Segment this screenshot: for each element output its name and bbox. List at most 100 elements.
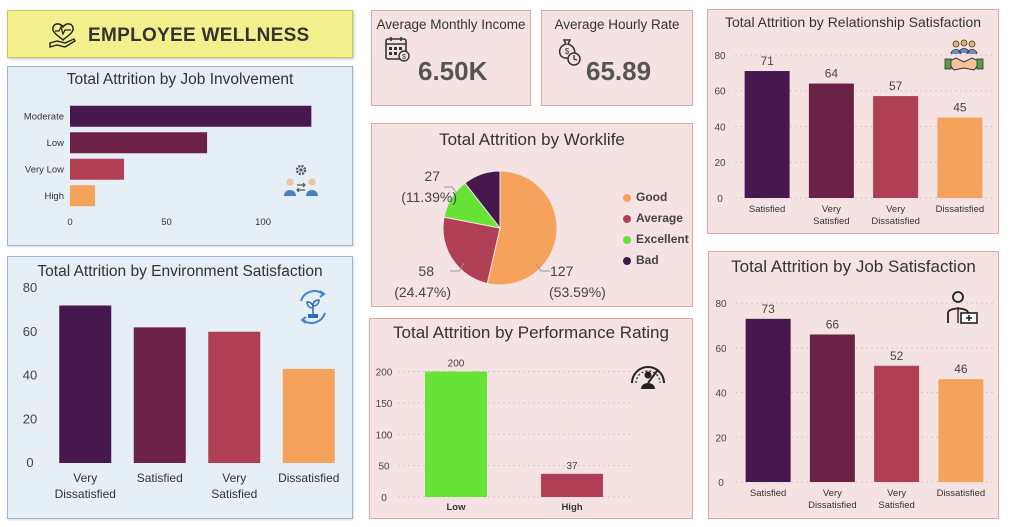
kpi-hourly-value: 65.89 (586, 56, 652, 86)
bar (70, 105, 312, 127)
x-tick-label: Dissatisfied (808, 500, 857, 511)
data-label: 45 (953, 101, 967, 115)
bar (70, 132, 208, 154)
job-involvement-svg: Moderate Low Very Low High 0 50 100 (24, 105, 312, 228)
chart-performance: Total Attrition by Performance Rating 05… (369, 318, 693, 519)
y-tick-label: 100 (376, 430, 393, 441)
kpi-income-value: 6.50K (418, 56, 488, 86)
y-tick-label: 20 (23, 411, 37, 426)
performance-svg: 0 50 100 150 200 200 Low 37 High (376, 359, 630, 513)
kpi-hourly-label: Average Hourly Rate (554, 17, 680, 32)
team-gear-icon (284, 164, 318, 196)
y-tick-label: 0 (26, 455, 33, 470)
y-tick-label: 40 (23, 368, 37, 383)
legend-item: Excellent (623, 232, 689, 246)
x-tick-label: Satisfied (750, 488, 786, 499)
data-label: 64 (825, 67, 839, 81)
data-label: 73 (761, 302, 775, 316)
y-tick-label: 60 (715, 344, 727, 355)
money-bag-clock-icon: $ (558, 39, 581, 66)
data-label: 127 (550, 263, 574, 279)
x-tick-label: Satisfied (878, 500, 914, 511)
bar (809, 334, 855, 482)
x-tick-label: 0 (67, 217, 72, 228)
legend-swatch (623, 193, 631, 202)
bar (208, 331, 261, 463)
x-tick-label: Satisfied (211, 487, 257, 501)
plant-cycle-icon (300, 290, 326, 324)
handshake-icon (944, 39, 984, 71)
chart-environment: Total Attrition by Environment Satisfact… (7, 256, 353, 519)
data-label: 52 (890, 349, 904, 363)
x-tick-label: Dissatisfied (937, 488, 986, 499)
bar (745, 318, 791, 482)
y-tick-label: 40 (715, 389, 727, 400)
x-tick-label: Dissatisfied (278, 471, 339, 485)
bar (70, 158, 125, 180)
legend-item: Average (623, 211, 683, 225)
svg-text:$: $ (402, 54, 406, 61)
y-tick-label: 60 (714, 87, 726, 98)
gauge-icon (631, 366, 665, 389)
data-label-pct: (24.47%) (394, 284, 451, 300)
y-tick-label: 200 (376, 368, 393, 379)
data-label-pct: (53.59%) (549, 284, 606, 300)
bar (425, 371, 487, 497)
chart-job-satisfaction: Total Attrition by Job Satisfaction 0 20 4… (708, 251, 999, 519)
legend-label: Bad (636, 253, 659, 267)
y-tick-label: Moderate (24, 111, 64, 122)
data-label-pct: (11.39%) (401, 189, 457, 205)
bar (541, 473, 603, 497)
y-tick-label: 0 (381, 493, 387, 504)
page-title: EMPLOYEE WELLNESS (88, 25, 310, 46)
bar (808, 83, 854, 198)
x-tick-label: 100 (255, 217, 271, 228)
y-tick-label: 150 (376, 399, 393, 410)
kpi-income-label: Average Monthly Income (376, 17, 526, 32)
x-tick-label: Satisfied (749, 204, 785, 215)
kpi-monthly-income: Average Monthly Income $ 6.50K (371, 10, 531, 106)
x-tick-label: Very (887, 488, 906, 499)
calendar-money-icon: $ (385, 37, 410, 62)
kpi-hourly-rate: Average Hourly Rate $ 65.89 (541, 10, 693, 106)
y-tick-label: 20 (715, 433, 727, 444)
y-tick-label: High (44, 191, 64, 202)
bar (133, 327, 186, 463)
y-tick-label: 80 (714, 51, 726, 62)
y-tick-label: 0 (717, 194, 723, 205)
bar (937, 117, 983, 198)
data-label: 66 (826, 317, 840, 331)
x-tick-label: Dissatisfied (936, 204, 985, 215)
bar (70, 185, 96, 207)
bar (874, 365, 920, 482)
y-tick-label: 80 (23, 280, 37, 295)
y-tick-label: Low (47, 138, 65, 149)
bar (282, 368, 335, 463)
header-banner: EMPLOYEE WELLNESS (7, 10, 353, 58)
x-tick-label: Very (73, 471, 97, 485)
data-label: 46 (954, 362, 968, 376)
data-label: 57 (889, 79, 903, 93)
x-tick-label: Satisfied (137, 471, 183, 485)
legend-swatch (623, 256, 631, 265)
data-label: 71 (760, 54, 774, 68)
legend-label: Excellent (636, 232, 689, 246)
data-label: 37 (566, 461, 578, 472)
legend-label: Average (636, 211, 683, 225)
y-tick-label: 50 (378, 462, 390, 473)
legend-label: Good (636, 190, 668, 204)
x-tick-label: Very (823, 488, 842, 499)
chart-relationship: Total Attrition by Relationship Satisfac… (707, 9, 999, 234)
legend-swatch (623, 235, 631, 244)
y-tick-label: Very Low (25, 164, 64, 175)
x-tick-label: Very (886, 204, 905, 215)
y-tick-label: 80 (715, 299, 727, 310)
chart-job-involvement: Total Attrition by Job Involvement Moder… (7, 66, 353, 246)
legend-swatch (623, 214, 631, 223)
x-tick-label: Low (447, 502, 467, 513)
x-tick-label: Dissatisfied (55, 487, 116, 501)
y-tick-label: 0 (718, 478, 724, 489)
doctor-icon (947, 291, 978, 324)
x-tick-label: Dissatisfied (871, 216, 920, 227)
bar (59, 305, 112, 463)
